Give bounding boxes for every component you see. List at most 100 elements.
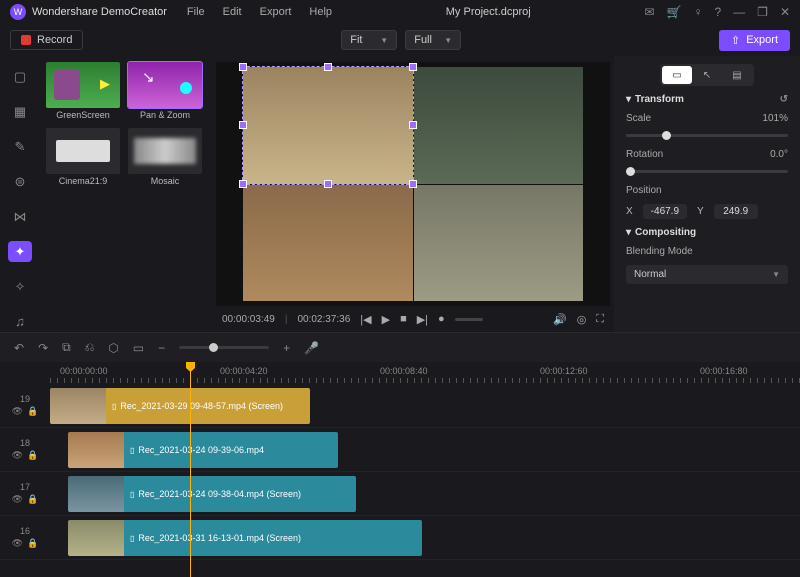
track-head: 17 👁🔒: [0, 482, 50, 505]
volume-slider[interactable]: [455, 318, 483, 321]
redo-icon[interactable]: ↷: [38, 341, 48, 355]
annotation-icon[interactable]: ✎: [8, 136, 32, 157]
lock-icon[interactable]: 🔒: [27, 406, 38, 417]
video-quadrant[interactable]: [414, 67, 584, 184]
main-area: ▢ ▦ ✎ ⊜ ⋈ ✦ ✧ ♫ GreenScreen Pan & Zoom C…: [0, 56, 800, 332]
chevron-down-icon: ▾: [626, 94, 631, 105]
timeline-ruler[interactable]: 00:00:00:00 00:00:04:20 00:00:08:40 00:0…: [50, 362, 800, 384]
timeline-toolbar: ↶ ↷ ⧉ ⎌ ⬡ ▭ − + 🎤: [0, 332, 800, 362]
zoom-in-icon[interactable]: +: [283, 341, 290, 355]
clip[interactable]: ▯Rec_2021-03-24 09-39-06.mp4: [68, 432, 338, 468]
message-icon[interactable]: ✉: [644, 5, 654, 19]
record-dot-icon: [21, 35, 31, 45]
app-logo-icon: W: [10, 4, 26, 20]
visibility-icon[interactable]: 👁: [12, 538, 23, 549]
resize-handle[interactable]: [409, 121, 417, 129]
audio-icon[interactable]: ♫: [8, 311, 32, 332]
zoom-slider[interactable]: [179, 346, 269, 349]
reset-icon[interactable]: ↺: [780, 94, 788, 105]
rotation-slider[interactable]: [626, 170, 788, 173]
playback-quality-select[interactable]: Full▼: [405, 30, 461, 50]
speed-icon[interactable]: ▭: [133, 341, 144, 355]
loop-icon[interactable]: ●: [438, 313, 445, 325]
blending-mode-select[interactable]: Normal ▼: [626, 265, 788, 284]
export-icon: ⇧: [731, 34, 740, 47]
tab-cursor[interactable]: ↖: [692, 66, 722, 84]
clip-thumbnail: [50, 388, 106, 424]
fit-select[interactable]: Fit▼: [341, 30, 397, 50]
compositing-section[interactable]: ▾ Compositing: [626, 227, 788, 238]
video-icon: ▯: [130, 534, 134, 543]
next-frame-icon[interactable]: ▶|: [417, 313, 428, 326]
menu-edit[interactable]: Edit: [223, 6, 242, 18]
marker-icon[interactable]: ⬡: [108, 341, 118, 355]
effect-cinema219[interactable]: Cinema21:9: [46, 128, 120, 186]
transition-icon[interactable]: ⋈: [8, 206, 32, 227]
close-icon[interactable]: ✕: [780, 5, 790, 19]
maximize-icon[interactable]: ❐: [757, 5, 768, 19]
track-row: 19 👁 🔒 ▯Rec_2021-03-29 09-48-57.mp4 (Scre…: [0, 384, 800, 428]
visibility-icon[interactable]: 👁: [12, 406, 23, 417]
titlebar-actions: ✉ 🛒 ♀ ? — ❐ ✕: [644, 5, 790, 19]
video-quadrant[interactable]: [243, 185, 413, 302]
pin-icon[interactable]: ✧: [8, 276, 32, 297]
stop-icon[interactable]: ■: [400, 313, 407, 325]
fullscreen-icon[interactable]: ⛶: [596, 313, 604, 326]
visibility-icon[interactable]: 👁: [12, 450, 23, 461]
clip[interactable]: ▯Rec_2021-03-31 16-13-01.mp4 (Screen): [68, 520, 422, 556]
resize-handle[interactable]: [324, 63, 332, 71]
rotation-label: Rotation: [626, 149, 663, 160]
prev-frame-icon[interactable]: |◀: [360, 313, 371, 326]
video-quadrant[interactable]: [243, 67, 413, 184]
scale-slider[interactable]: [626, 134, 788, 137]
lock-icon[interactable]: 🔒: [27, 494, 38, 505]
minimize-icon[interactable]: —: [733, 5, 745, 19]
tab-audio[interactable]: ▤: [722, 66, 752, 84]
resize-handle[interactable]: [239, 180, 247, 188]
preview-canvas[interactable]: [243, 67, 583, 301]
effect-mosaic[interactable]: Mosaic: [128, 128, 202, 186]
tab-video[interactable]: ▭: [662, 66, 692, 84]
play-icon[interactable]: ▶: [382, 313, 390, 326]
lock-icon[interactable]: 🔒: [27, 538, 38, 549]
effect-greenscreen[interactable]: GreenScreen: [46, 62, 120, 120]
undo-icon[interactable]: ↶: [14, 341, 24, 355]
menu-file[interactable]: File: [187, 6, 205, 18]
timeline: 00:00:00:00 00:00:04:20 00:00:08:40 00:0…: [0, 362, 800, 577]
cart-icon[interactable]: 🛒: [667, 5, 682, 19]
playhead[interactable]: [190, 362, 191, 577]
resize-handle[interactable]: [324, 180, 332, 188]
account-icon[interactable]: ♀: [693, 5, 702, 19]
snapshot-icon[interactable]: ◎: [577, 313, 587, 326]
position-x-input[interactable]: -467.9: [643, 204, 687, 219]
scale-value: 101%: [762, 113, 788, 124]
volume-icon[interactable]: 🔊: [553, 313, 567, 326]
lock-icon[interactable]: 🔒: [27, 450, 38, 461]
video-quadrant[interactable]: [414, 185, 584, 302]
transform-section[interactable]: ▾ Transform ↺: [626, 94, 788, 105]
caption-icon[interactable]: ⊜: [8, 171, 32, 192]
visibility-icon[interactable]: 👁: [12, 494, 23, 505]
clip[interactable]: ▯Rec_2021-03-24 09-38-04.mp4 (Screen): [68, 476, 356, 512]
resize-handle[interactable]: [409, 180, 417, 188]
resize-handle[interactable]: [239, 63, 247, 71]
effect-pan-zoom[interactable]: Pan & Zoom: [128, 62, 202, 120]
resize-handle[interactable]: [239, 121, 247, 129]
position-y-input[interactable]: 249.9: [714, 204, 758, 219]
effects-icon[interactable]: ✦: [8, 241, 32, 262]
folder-icon[interactable]: ▢: [8, 66, 32, 87]
mic-icon[interactable]: 🎤: [304, 341, 319, 355]
export-button[interactable]: ⇧ Export: [719, 30, 790, 51]
clip[interactable]: ▯Rec_2021-03-29 09-48-57.mp4 (Screen): [50, 388, 310, 424]
track-number: 19: [20, 394, 30, 404]
resize-handle[interactable]: [409, 63, 417, 71]
record-button[interactable]: Record: [10, 30, 83, 50]
help-icon[interactable]: ?: [714, 5, 721, 19]
split-icon[interactable]: ⎌: [85, 340, 95, 355]
menu-help[interactable]: Help: [309, 6, 332, 18]
menu-export[interactable]: Export: [260, 6, 292, 18]
crop-icon[interactable]: ⧉: [62, 340, 71, 355]
effects-browser: GreenScreen Pan & Zoom Cinema21:9 Mosaic: [40, 56, 212, 332]
template-icon[interactable]: ▦: [8, 101, 32, 122]
zoom-out-icon[interactable]: −: [158, 341, 165, 355]
